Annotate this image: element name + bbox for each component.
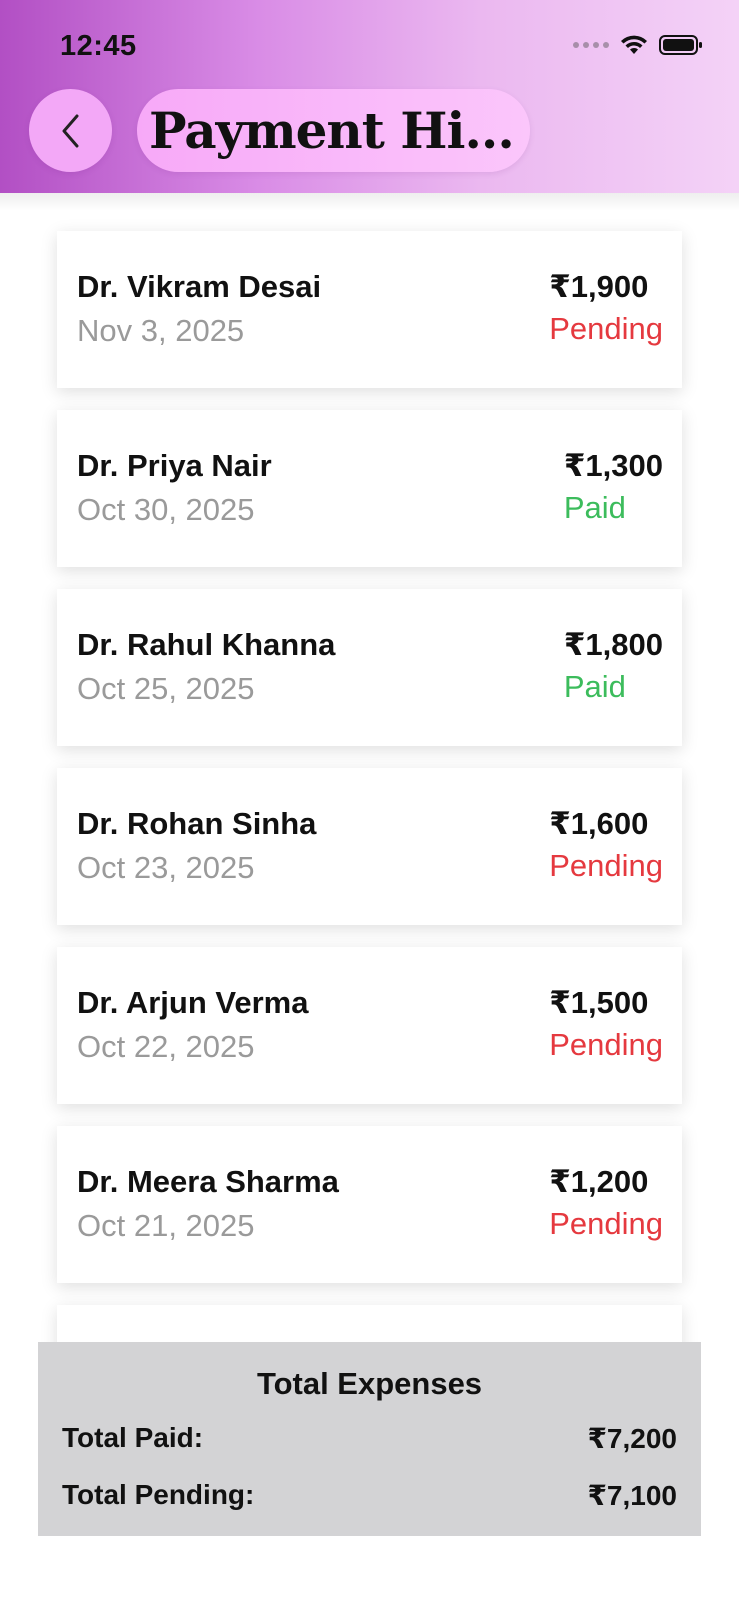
payment-status: Pending bbox=[549, 848, 663, 883]
payment-date: Nov 3, 2025 bbox=[77, 313, 245, 348]
payment-status: Pending bbox=[549, 1206, 663, 1241]
wifi-icon bbox=[621, 35, 647, 54]
page-title: Payment Hi... bbox=[149, 101, 514, 160]
doctor-name: Dr. Arjun Verma bbox=[77, 985, 309, 1020]
payment-date: Oct 22, 2025 bbox=[77, 1029, 255, 1064]
doctor-name: Dr. Rohan Sinha bbox=[77, 806, 317, 841]
total-pending-label: Total Pending: bbox=[62, 1479, 255, 1510]
doctor-name: Dr. Meera Sharma bbox=[77, 1164, 339, 1199]
payment-list[interactable]: Dr. Vikram Desai Nov 3, 2025 ₹1,900 Pend… bbox=[57, 231, 682, 1387]
total-paid-row: Total Paid: ₹7,200 bbox=[62, 1422, 677, 1455]
back-button[interactable] bbox=[29, 89, 112, 172]
status-time: 12:45 bbox=[60, 30, 137, 62]
payment-amount: ₹1,500 bbox=[549, 985, 649, 1020]
payment-card[interactable]: Dr. Meera Sharma Oct 21, 2025 ₹1,200 Pen… bbox=[57, 1126, 682, 1283]
payment-date: Oct 21, 2025 bbox=[77, 1208, 255, 1243]
payment-card[interactable]: Dr. Priya Nair Oct 30, 2025 ₹1,300 Paid bbox=[57, 410, 682, 567]
payment-date: Oct 23, 2025 bbox=[77, 850, 255, 885]
payment-amount: ₹1,600 bbox=[549, 806, 649, 841]
payment-card[interactable]: Dr. Rahul Khanna Oct 25, 2025 ₹1,800 Pai… bbox=[57, 589, 682, 746]
payment-card[interactable]: Dr. Vikram Desai Nov 3, 2025 ₹1,900 Pend… bbox=[57, 231, 682, 388]
doctor-name: Dr. Priya Nair bbox=[77, 448, 272, 483]
battery-icon bbox=[659, 35, 702, 55]
payment-status: Paid bbox=[563, 490, 626, 525]
header-bar: 12:45 Payment Hi... bbox=[0, 0, 739, 211]
payment-card[interactable]: Dr. Rohan Sinha Oct 23, 2025 ₹1,600 Pend… bbox=[57, 768, 682, 925]
payment-card[interactable]: Dr. Arjun Verma Oct 22, 2025 ₹1,500 Pend… bbox=[57, 947, 682, 1104]
total-paid-value: ₹7,200 bbox=[587, 1423, 677, 1454]
summary-title: Total Expenses bbox=[256, 1366, 483, 1401]
payment-info: ₹1,200 Pending bbox=[549, 1164, 663, 1242]
payment-info: ₹1,600 Pending bbox=[549, 806, 663, 884]
payment-amount: ₹1,900 bbox=[549, 269, 649, 304]
payment-date: Oct 30, 2025 bbox=[77, 492, 255, 527]
doctor-name: Dr. Vikram Desai bbox=[77, 269, 322, 304]
payment-amount: ₹1,800 bbox=[563, 627, 663, 662]
payment-amount: ₹1,200 bbox=[549, 1164, 649, 1199]
total-paid-label: Total Paid: bbox=[62, 1422, 204, 1453]
payment-info: ₹1,300 Paid bbox=[564, 448, 663, 526]
payment-info: ₹1,900 Pending bbox=[549, 269, 663, 347]
payment-info: ₹1,500 Pending bbox=[549, 985, 663, 1063]
payment-status: Pending bbox=[549, 1027, 663, 1062]
expenses-summary: Total Expenses Total Paid: ₹7,200 Total … bbox=[38, 1342, 701, 1536]
doctor-name: Dr. Rahul Khanna bbox=[77, 627, 336, 662]
total-pending-value: ₹7,100 bbox=[587, 1480, 677, 1511]
cellular-signal-icon bbox=[573, 42, 609, 48]
payment-info: ₹1,800 Paid bbox=[564, 627, 663, 705]
total-pending-row: Total Pending: ₹7,100 bbox=[62, 1479, 677, 1512]
payment-status: Paid bbox=[563, 669, 626, 704]
page-title-pill: Payment Hi... bbox=[137, 89, 530, 172]
payment-status: Pending bbox=[549, 311, 663, 346]
chevron-left-icon bbox=[62, 114, 78, 147]
payment-date: Oct 25, 2025 bbox=[77, 671, 255, 706]
payment-amount: ₹1,300 bbox=[563, 448, 663, 483]
status-icons bbox=[573, 34, 703, 56]
